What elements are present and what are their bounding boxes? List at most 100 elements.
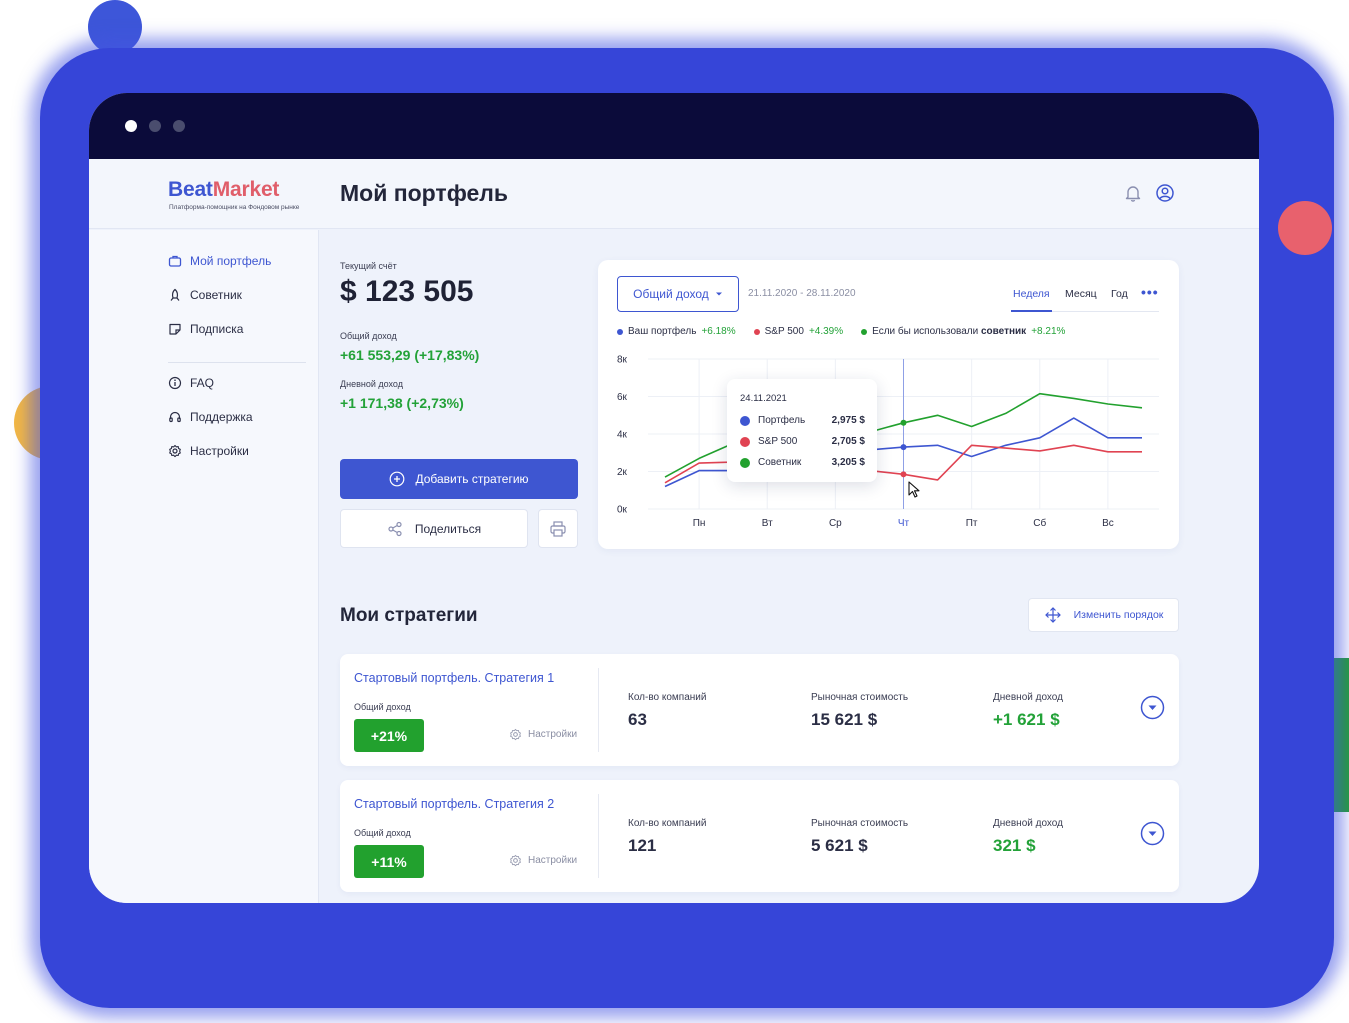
strategy-name[interactable]: Стартовый портфель. Стратегия 1: [354, 671, 554, 685]
sidebar-item-label: FAQ: [190, 376, 215, 390]
logo-tagline: Платформа-помощник на Фондовом рынке: [169, 204, 300, 211]
sticker-icon: [169, 323, 181, 335]
sidebar-item-label: Поддержка: [190, 410, 253, 424]
window-dot-active[interactable]: [125, 120, 137, 132]
daily-income-value: +1 621 $: [993, 710, 1060, 729]
sidebar-item-label: Подписка: [190, 322, 244, 336]
logo-part-market: Market: [212, 178, 280, 201]
card-divider: [598, 794, 599, 878]
window-dot[interactable]: [173, 120, 185, 132]
share-icon: [388, 521, 402, 536]
mouse-cursor-icon: [908, 481, 920, 498]
strategy-income-badge: +21%: [354, 719, 424, 752]
chart-tooltip: 24.11.2021 Портфель 2,975 $ S&P 500 2,70…: [727, 379, 877, 482]
daily-income-label: Дневной доход: [340, 379, 403, 389]
companies-value: 63: [628, 710, 647, 729]
tooltip-row-portfolio: Портфель 2,975 $: [740, 415, 865, 426]
logo-part-beat: Beat: [168, 178, 213, 201]
strategy-income-label: Общий доход: [354, 828, 411, 838]
y-tick-label: 6к: [617, 392, 628, 403]
info-icon: [168, 376, 182, 390]
add-strategy-button[interactable]: Добавить стратегию: [340, 459, 578, 499]
plus-circle-icon: [390, 471, 405, 487]
sidebar-item-faq[interactable]: FAQ: [168, 376, 214, 390]
tooltip-row-sp500: S&P 500 2,705 $: [740, 436, 865, 447]
sidebar-item-advisor[interactable]: Советник: [168, 288, 242, 302]
strategy-income-badge: +11%: [354, 845, 424, 878]
sidebar-item-label: Настройки: [190, 444, 249, 458]
print-button[interactable]: [538, 509, 578, 548]
current-account-label: Текущий счёт: [340, 261, 397, 271]
companies-value: 121: [628, 836, 657, 855]
current-account-value: $ 123 505: [340, 275, 474, 308]
tooltip-value: 2,705 $: [831, 436, 865, 447]
sidebar-item-portfolio[interactable]: Мой портфель: [168, 254, 271, 268]
gear-icon: [510, 854, 521, 867]
total-income-label: Общий доход: [340, 331, 397, 341]
app-header: BeatMarket Платформа-помощник на Фондово…: [89, 159, 1259, 229]
gear-icon: [510, 728, 521, 741]
window-dot[interactable]: [149, 120, 161, 132]
sidebar-item-subscription[interactable]: Подписка: [168, 322, 243, 336]
strategy-card[interactable]: Стартовый портфель. Стратегия 2 Общий до…: [340, 780, 1179, 892]
x-tick-label: Ср: [829, 518, 842, 529]
briefcase-icon: [168, 255, 182, 267]
expand-chevron-icon[interactable]: [1140, 695, 1165, 720]
share-label: Поделиться: [414, 521, 482, 536]
decor-red-circle: [1278, 201, 1332, 255]
tooltip-dot: [740, 415, 750, 426]
rocket-icon: [170, 288, 180, 301]
x-tick-label: Чт: [898, 518, 910, 529]
strategy-name[interactable]: Стартовый портфель. Стратегия 2: [354, 797, 554, 811]
tooltip-row-advisor: Советник 3,205 $: [740, 457, 865, 468]
tooltip-dot: [740, 436, 750, 447]
headset-icon: [169, 411, 181, 423]
y-tick-label: 2к: [617, 467, 628, 478]
market-value-label: Рыночная стоимость: [811, 692, 909, 703]
add-strategy-label: Добавить стратегию: [415, 472, 529, 486]
page-title: Мой портфель: [340, 180, 509, 206]
total-income-value: +61 553,29 (+17,83%): [340, 347, 480, 363]
strategy-income-label: Общий доход: [354, 702, 411, 712]
sidebar: Мой портфель Советник Подписка FAQ Подде…: [89, 230, 319, 903]
strategy-settings-link[interactable]: Настройки: [509, 854, 577, 867]
share-button[interactable]: Поделиться: [340, 509, 528, 548]
market-value: 15 621 $: [811, 710, 878, 729]
logo[interactable]: BeatMarket: [168, 178, 279, 202]
decor-blue-circle: [88, 0, 142, 54]
x-tick-label: Вс: [1102, 518, 1114, 529]
reorder-button[interactable]: Изменить порядок: [1028, 598, 1179, 632]
tooltip-value: 3,205 $: [831, 457, 865, 468]
bell-icon[interactable]: [1123, 183, 1143, 203]
strategy-settings-label: Настройки: [528, 729, 578, 740]
move-arrows-icon: [1044, 607, 1061, 623]
series-point: [900, 419, 907, 426]
strategy-settings-label: Настройки: [528, 855, 578, 866]
tooltip-label: Советник: [758, 457, 802, 468]
strategy-settings-link[interactable]: Настройки: [509, 728, 577, 741]
reorder-label: Изменить порядок: [1073, 609, 1164, 621]
y-tick-label: 0к: [617, 505, 628, 516]
sidebar-item-settings[interactable]: Настройки: [168, 444, 249, 458]
line-chart[interactable]: 0к 2к 4к 6к 8к Пн Вт Ср Чт Пт Сб Вс: [598, 260, 1179, 549]
gear-icon: [169, 444, 181, 458]
x-tick-label: Вт: [762, 518, 773, 529]
sidebar-item-label: Советник: [190, 288, 242, 302]
x-tick-label: Пн: [693, 518, 706, 529]
income-chart-card: Общий доход 21.11.2020 - 28.11.2020 Неде…: [598, 260, 1179, 549]
market-value: 5 621 $: [811, 836, 868, 855]
user-icon[interactable]: [1155, 183, 1175, 203]
tooltip-label: S&P 500: [758, 436, 798, 447]
expand-chevron-icon[interactable]: [1140, 821, 1165, 846]
companies-label: Кол-во компаний: [628, 692, 707, 703]
sidebar-item-support[interactable]: Поддержка: [168, 410, 253, 424]
y-tick-label: 4к: [617, 430, 628, 441]
app-window: BeatMarket Платформа-помощник на Фондово…: [89, 93, 1259, 903]
market-value-label: Рыночная стоимость: [811, 818, 909, 829]
strategy-card[interactable]: Стартовый портфель. Стратегия 1 Общий до…: [340, 654, 1179, 766]
daily-income-label: Дневной доход: [993, 692, 1063, 703]
daily-income-value: 321 $: [993, 836, 1036, 855]
tooltip-label: Портфель: [758, 415, 806, 426]
strategies-title: Мои стратегии: [340, 605, 478, 626]
window-titlebar: [89, 93, 1259, 159]
